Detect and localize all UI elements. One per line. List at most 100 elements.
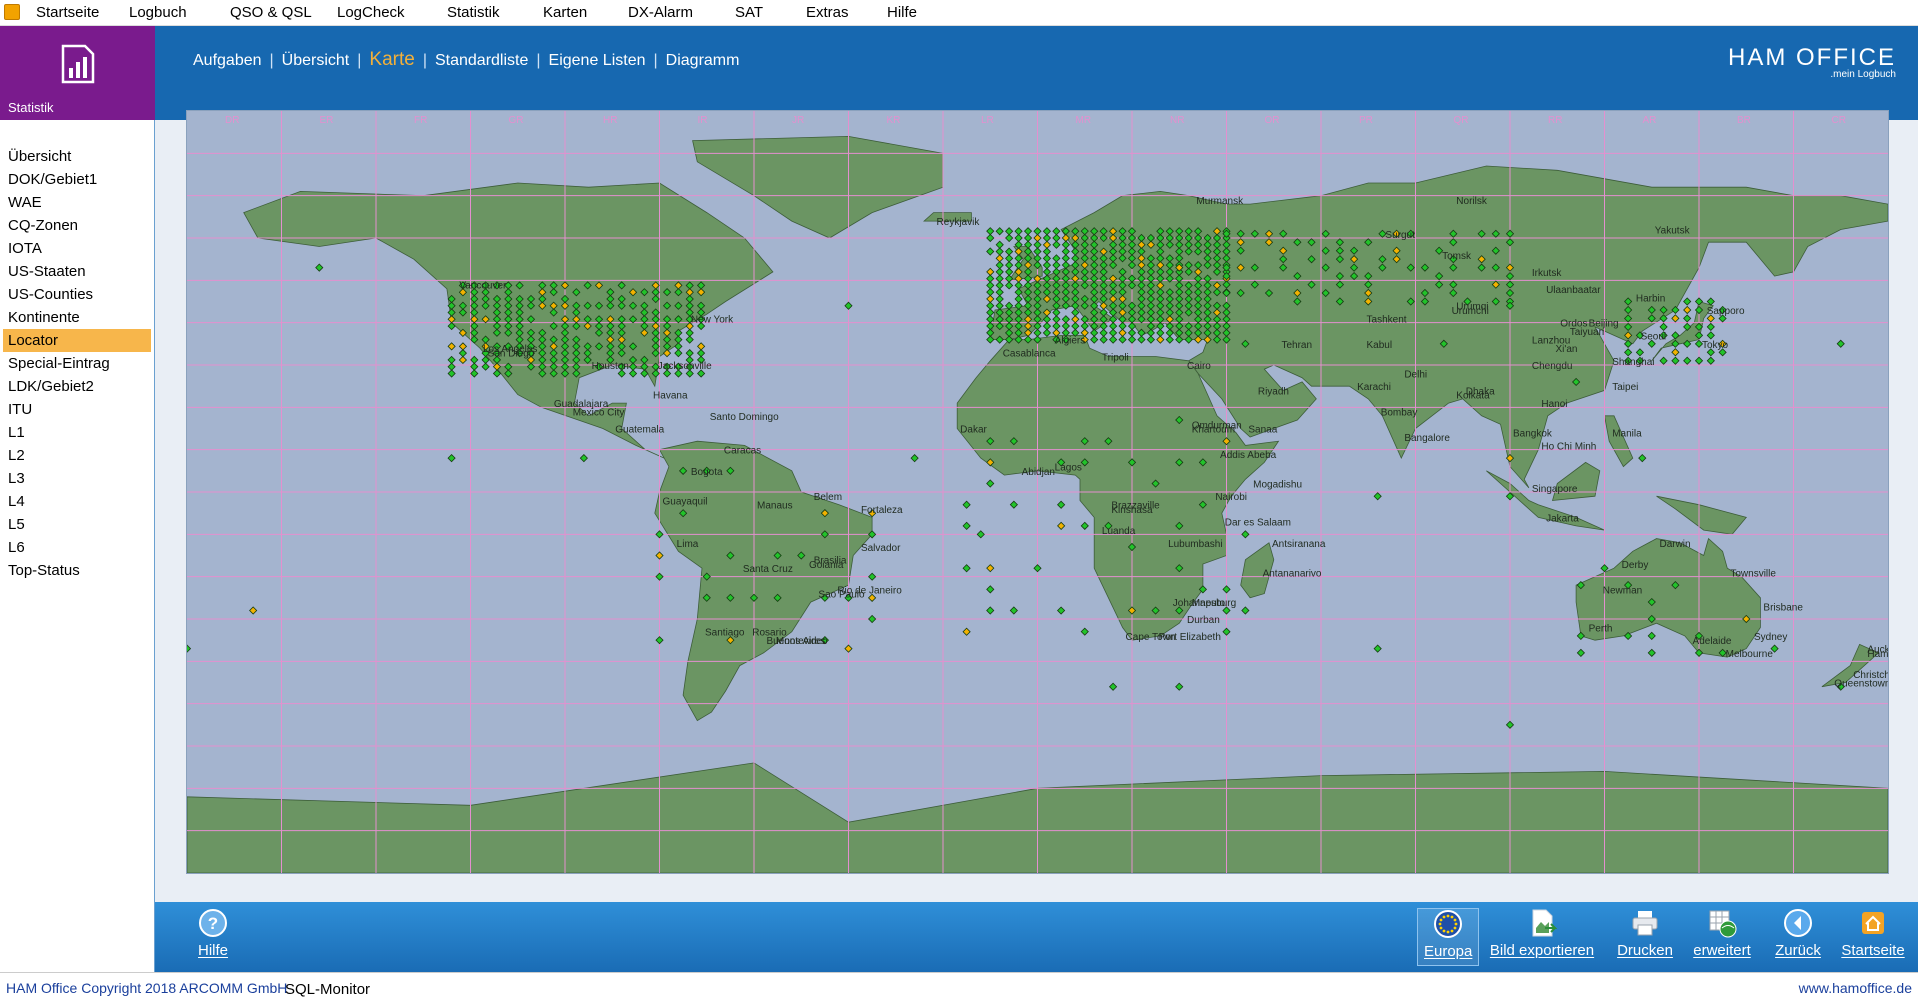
menu-logbuch[interactable]: Logbuch (129, 4, 187, 21)
city-label: Havana (653, 391, 688, 402)
sql-monitor-link[interactable]: SQL-Monitor (285, 981, 370, 998)
city-label: Jakarta (1546, 513, 1579, 524)
export-image-button[interactable]: Bild exportieren (1487, 908, 1597, 959)
advanced-map-icon (1709, 910, 1737, 938)
sidebar-item-locator[interactable]: Locator (3, 329, 151, 352)
city-label: Lubumbashi (1168, 539, 1222, 550)
help-label: Hilfe (198, 942, 229, 959)
menu-karten[interactable]: Karten (543, 4, 587, 21)
grid-field-label: MR (1076, 115, 1092, 126)
menu-sat[interactable]: SAT (735, 4, 763, 21)
sidebar-item-l2[interactable]: L2 (0, 444, 154, 467)
advanced-button[interactable]: erweitert (1690, 908, 1754, 959)
help-button[interactable]: ? Hilfe (198, 908, 228, 959)
sidebar-item-kontinente[interactable]: Kontinente (0, 306, 154, 329)
sidebar-item-us-counties[interactable]: US-Counties (0, 283, 154, 306)
menu-bar: Startseite Logbuch QSO & QSL LogCheck St… (0, 0, 1918, 26)
sidebar-list: Übersicht DOK/Gebiet1 WAE CQ-Zonen IOTA US-St… (0, 145, 154, 582)
grid-field-label: QR (1454, 115, 1469, 126)
city-label: Antananarivo (1263, 568, 1322, 579)
city-label: Murmansk (1196, 196, 1244, 207)
city-label: Bogota (691, 467, 723, 478)
city-label: Manila (1612, 429, 1642, 440)
export-image-label: Bild exportieren (1489, 942, 1595, 959)
sidebar-item-iota[interactable]: IOTA (0, 237, 154, 260)
city-label: Addis Abeba (1220, 450, 1277, 461)
menu-qso-qsl[interactable]: QSO & QSL (230, 4, 312, 21)
menu-hilfe[interactable]: Hilfe (887, 4, 917, 21)
city-label: Urumchi (1452, 306, 1489, 317)
help-icon: ? (199, 909, 227, 937)
city-label: Derby (1622, 560, 1649, 571)
nav-diagramm[interactable]: Diagramm (666, 52, 740, 69)
grid-field-label: AR (1643, 115, 1657, 126)
sidebar: Übersicht DOK/Gebiet1 WAE CQ-Zonen IOTA US-St… (0, 120, 155, 972)
menu-dx-alarm[interactable]: DX-Alarm (628, 4, 693, 21)
website-link[interactable]: www.hamoffice.de (1799, 980, 1912, 996)
header-bar (155, 26, 1918, 120)
city-label: Tashkent (1367, 314, 1407, 325)
sidebar-item-special-eintrag[interactable]: Special-Eintrag (0, 352, 154, 375)
city-label: Johannesburg (1173, 598, 1236, 609)
sidebar-item-übersicht[interactable]: Übersicht (0, 145, 154, 168)
city-label: Mogadishu (1253, 480, 1302, 491)
city-label: Guayaquil (663, 496, 708, 507)
sidebar-item-ldk-gebiet2[interactable]: LDK/Gebiet2 (0, 375, 154, 398)
city-label: Hamilton (1867, 649, 1888, 660)
sidebar-item-l6[interactable]: L6 (0, 536, 154, 559)
locator-map[interactable]: DR ER FR GR HR IR JR KR LR MR NR OR PR QR RR AR BR CR Reyk… (186, 110, 1889, 874)
sidebar-item-l3[interactable]: L3 (0, 467, 154, 490)
sidebar-item-l5[interactable]: L5 (0, 513, 154, 536)
city-label: Bangkok (1513, 429, 1553, 440)
city-label: Sao Paulo (818, 590, 865, 601)
copyright-text: HAM Office Copyright 2018 ARCOMM GmbH (6, 980, 288, 996)
menu-logcheck[interactable]: LogCheck (337, 4, 405, 21)
city-label: Fortaleza (861, 505, 903, 516)
grid-field-label: BR (1737, 115, 1751, 126)
city-label: Reykjavik (937, 217, 981, 228)
sidebar-item-dok-gebiet1[interactable]: DOK/Gebiet1 (0, 168, 154, 191)
sidebar-item-itu[interactable]: ITU (0, 398, 154, 421)
city-label: Santo Domingo (710, 412, 779, 423)
sidebar-item-us-staaten[interactable]: US-Staaten (0, 260, 154, 283)
menu-startseite[interactable]: Startseite (36, 4, 99, 21)
nav-uebersicht[interactable]: Übersicht (282, 52, 350, 69)
nav-karte[interactable]: Karte (369, 49, 414, 70)
city-label: Lagos (1055, 463, 1082, 474)
city-label: Manaus (757, 501, 793, 512)
print-button[interactable]: Drucken (1617, 908, 1673, 959)
sidebar-item-wae[interactable]: WAE (0, 191, 154, 214)
city-label: Harbin (1636, 293, 1665, 304)
grid-field-label: RR (1548, 115, 1562, 126)
home-button[interactable]: Startseite (1840, 908, 1906, 959)
module-tile[interactable]: Statistik (0, 26, 155, 120)
city-label: Kolkata (1456, 391, 1490, 402)
city-label: Cairo (1187, 361, 1211, 372)
europa-button[interactable]: Europa (1417, 908, 1479, 966)
nav-aufgaben[interactable]: Aufgaben (193, 52, 262, 69)
city-label: Goiania (809, 560, 844, 571)
status-bar: HAM Office Copyright 2018 ARCOMM GmbH SQ… (0, 972, 1918, 1001)
grid-field-label: IR (698, 115, 708, 126)
menu-statistik[interactable]: Statistik (447, 4, 500, 21)
city-label: Sydney (1754, 632, 1787, 643)
sidebar-item-top-status[interactable]: Top-Status (0, 559, 154, 582)
bar-chart-icon (61, 44, 95, 84)
city-label: Tokyo (1702, 340, 1729, 351)
back-button[interactable]: Zurück (1773, 908, 1823, 959)
home-icon (1862, 912, 1884, 934)
nav-standardliste[interactable]: Standardliste (435, 52, 528, 69)
bottom-toolbar: ? Hilfe Europa Bild exportieren Drucken (155, 902, 1918, 972)
grid-field-label: ER (320, 115, 334, 126)
sidebar-item-l1[interactable]: L1 (0, 421, 154, 444)
sidebar-item-cq-zonen[interactable]: CQ-Zonen (0, 214, 154, 237)
world-map-svg[interactable]: DR ER FR GR HR IR JR KR LR MR NR OR PR QR RR AR BR CR Reyk… (187, 111, 1888, 873)
city-label: Delhi (1404, 369, 1427, 380)
menu-extras[interactable]: Extras (806, 4, 849, 21)
app-icon[interactable] (4, 4, 20, 20)
city-label: Ordos (1560, 319, 1587, 330)
city-label: Melbourne (1726, 649, 1774, 660)
city-label: Casablanca (1003, 348, 1056, 359)
nav-eigene-listen[interactable]: Eigene Listen (549, 52, 646, 69)
sidebar-item-l4[interactable]: L4 (0, 490, 154, 513)
